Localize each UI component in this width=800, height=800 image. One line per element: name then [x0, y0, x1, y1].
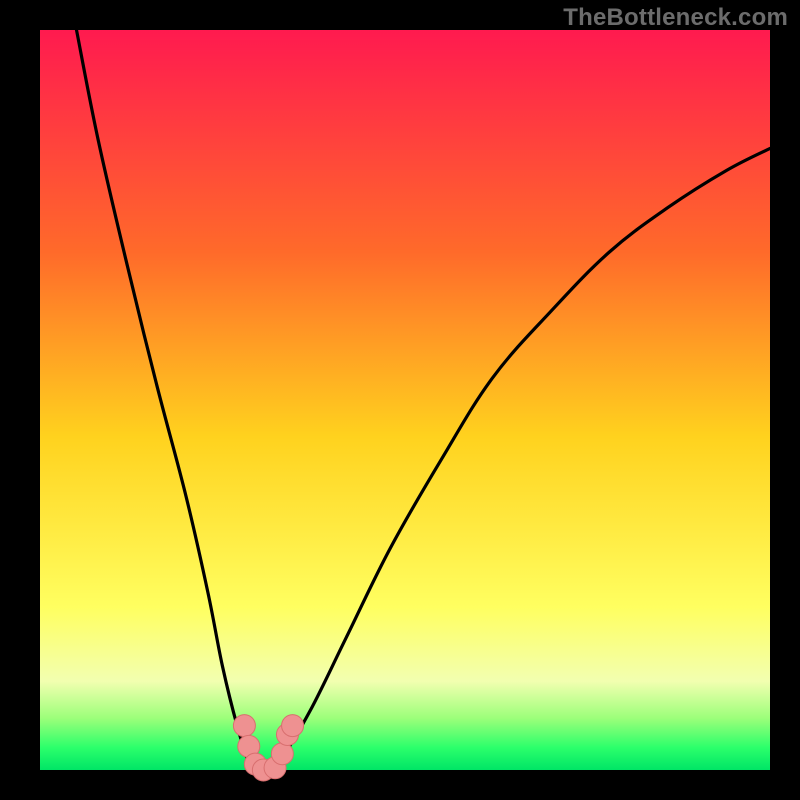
curve-marker [282, 715, 304, 737]
chart-frame: { "watermark": "TheBottleneck.com", "col… [0, 0, 800, 800]
watermark: TheBottleneck.com [563, 4, 788, 32]
curve-marker [271, 743, 293, 765]
chart-svg [0, 0, 800, 800]
plot-background [40, 30, 770, 770]
curve-marker [233, 715, 255, 737]
